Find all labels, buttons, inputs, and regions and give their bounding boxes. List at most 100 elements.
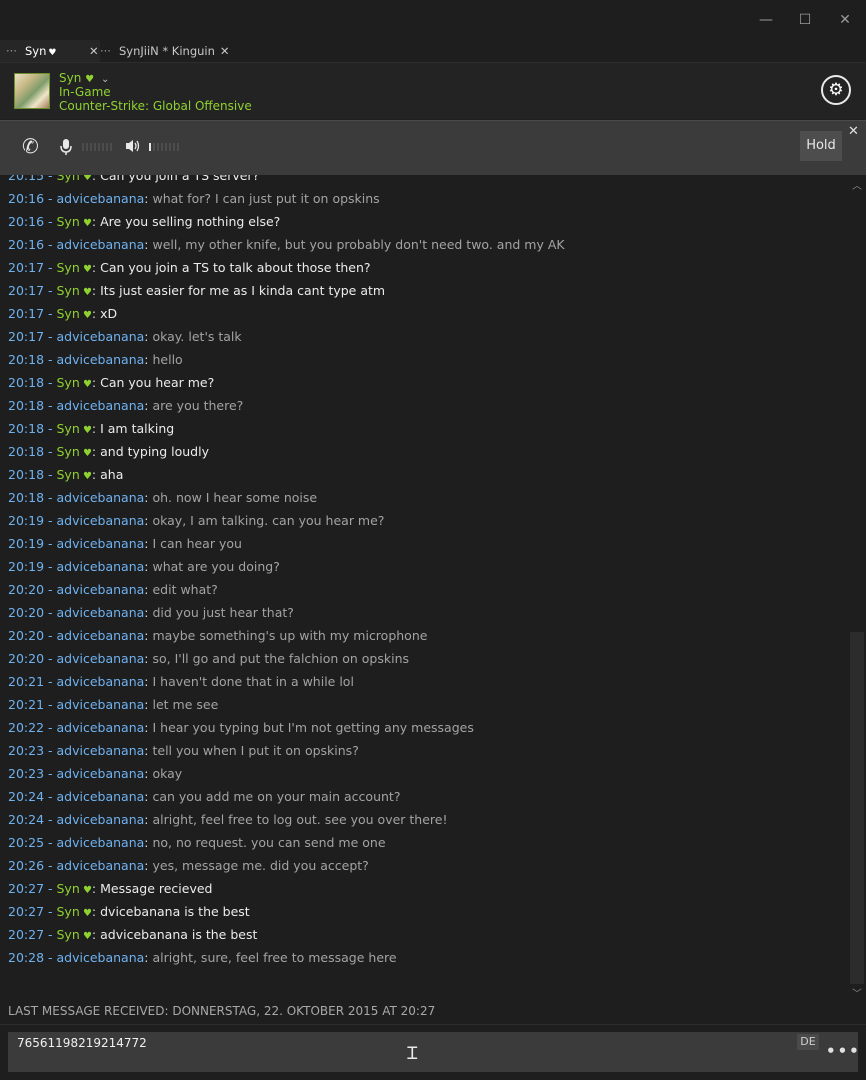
microphone-icon[interactable] (60, 138, 72, 156)
message-time[interactable]: 20:21 (8, 674, 44, 689)
minimize-button[interactable]: — (751, 8, 781, 32)
message-time[interactable]: 20:18 (8, 398, 44, 413)
tab-close-button[interactable]: ✕ (220, 44, 230, 58)
message-user[interactable]: advicebanana (57, 513, 145, 528)
chat-message: 20:20 - advicebanana: did you just hear … (8, 605, 294, 621)
message-user[interactable]: Syn (57, 421, 80, 436)
message-user[interactable]: advicebanana (57, 835, 145, 850)
message-user[interactable]: Syn (57, 904, 80, 919)
message-time[interactable]: 20:17 (8, 329, 44, 344)
message-user[interactable]: Syn (57, 881, 80, 896)
message-time[interactable]: 20:23 (8, 743, 44, 758)
message-user[interactable]: Syn (57, 927, 80, 942)
tab-synjiin-kinguin[interactable]: ··· SynJiiN * Kinguin ✕ (100, 40, 230, 62)
message-user[interactable]: advicebanana (57, 398, 145, 413)
message-user[interactable]: advicebanana (57, 237, 145, 252)
speaker-level-meter[interactable] (149, 143, 181, 151)
message-user[interactable]: advicebanana (57, 490, 145, 505)
message-user[interactable]: advicebanana (57, 651, 145, 666)
message-user[interactable]: advicebanana (57, 743, 145, 758)
message-time[interactable]: 20:17 (8, 306, 44, 321)
message-time[interactable]: 20:24 (8, 789, 44, 804)
separator: - (44, 812, 57, 827)
message-time[interactable]: 20:26 (8, 858, 44, 873)
message-time[interactable]: 20:20 (8, 651, 44, 666)
message-user[interactable]: advicebanana (57, 605, 145, 620)
scroll-down-arrow-icon[interactable]: ﹀ (850, 985, 864, 1000)
message-time[interactable]: 20:18 (8, 421, 44, 436)
message-time[interactable]: 20:16 (8, 191, 44, 206)
tab-close-button[interactable]: ✕ (89, 40, 99, 62)
message-user[interactable]: advicebanana (57, 582, 145, 597)
message-time[interactable]: 20:27 (8, 904, 44, 919)
message-user[interactable]: Syn (57, 283, 80, 298)
chat-message: 20:16 - Syn ♥: Are you selling nothing e… (8, 214, 280, 232)
more-options-icon[interactable]: ••• (826, 1042, 861, 1060)
phone-icon[interactable]: ✆ (22, 134, 39, 158)
message-user[interactable]: advicebanana (57, 766, 145, 781)
friend-status: In-Game (59, 85, 111, 99)
message-user[interactable]: Syn (57, 375, 80, 390)
message-user[interactable]: advicebanana (57, 559, 145, 574)
message-time[interactable]: 20:17 (8, 260, 44, 275)
message-time[interactable]: 20:18 (8, 444, 44, 459)
message-time[interactable]: 20:19 (8, 536, 44, 551)
message-time[interactable]: 20:23 (8, 766, 44, 781)
message-time[interactable]: 20:20 (8, 628, 44, 643)
message-time[interactable]: 20:17 (8, 283, 44, 298)
hold-button[interactable]: Hold (800, 131, 842, 161)
message-time[interactable]: 20:27 (8, 927, 44, 942)
message-user[interactable]: advicebanana (57, 950, 145, 965)
message-user[interactable]: advicebanana (57, 674, 145, 689)
message-time[interactable]: 20:16 (8, 214, 44, 229)
language-badge[interactable]: DE (797, 1034, 819, 1050)
message-time[interactable]: 20:25 (8, 835, 44, 850)
tab-syn[interactable]: ··· Syn ♥ ✕ (0, 40, 100, 62)
message-user[interactable]: Syn (57, 467, 80, 482)
chat-message: 20:21 - advicebanana: I haven't done tha… (8, 674, 354, 690)
message-user[interactable]: advicebanana (57, 352, 145, 367)
message-time[interactable]: 20:28 (8, 950, 44, 965)
message-user[interactable]: Syn (57, 444, 80, 459)
message-time[interactable]: 20:20 (8, 605, 44, 620)
message-user[interactable]: advicebanana (57, 812, 145, 827)
gear-icon[interactable]: ⚙ (821, 75, 851, 105)
separator: : (91, 175, 101, 183)
message-user[interactable]: Syn (57, 306, 80, 321)
message-user[interactable]: advicebanana (57, 191, 145, 206)
message-user[interactable]: Syn (57, 260, 80, 275)
message-time[interactable]: 20:18 (8, 352, 44, 367)
message-user[interactable]: advicebanana (57, 536, 145, 551)
close-voice-button[interactable]: ✕ (848, 124, 859, 139)
message-time[interactable]: 20:19 (8, 559, 44, 574)
message-user[interactable]: advicebanana (57, 329, 145, 344)
message-user[interactable]: advicebanana (57, 628, 145, 643)
message-user[interactable]: advicebanana (57, 720, 145, 735)
maximize-button[interactable]: ☐ (790, 8, 820, 32)
message-time[interactable]: 20:20 (8, 582, 44, 597)
chat-message: 20:27 - Syn ♥: dvicebanana is the best (8, 904, 250, 922)
chat-message: 20:28 - advicebanana: alright, sure, fee… (8, 950, 397, 966)
scroll-up-arrow-icon[interactable]: ︿ (850, 177, 864, 192)
chat-log[interactable]: 20:15 - Syn ♥: Can you join a TS server?… (0, 175, 848, 1000)
message-user[interactable]: advicebanana (57, 789, 145, 804)
message-time[interactable]: 20:18 (8, 467, 44, 482)
message-time[interactable]: 20:18 (8, 490, 44, 505)
message-time[interactable]: 20:18 (8, 375, 44, 390)
message-user[interactable]: Syn (57, 214, 80, 229)
message-user[interactable]: advicebanana (57, 858, 145, 873)
speaker-icon[interactable] (125, 139, 141, 153)
message-time[interactable]: 20:16 (8, 237, 44, 252)
message-time[interactable]: 20:15 (8, 175, 44, 183)
close-window-button[interactable]: ✕ (830, 8, 860, 32)
avatar[interactable] (14, 73, 50, 109)
scrollbar-thumb[interactable] (850, 632, 864, 984)
message-user[interactable]: advicebanana (57, 697, 145, 712)
message-time[interactable]: 20:24 (8, 812, 44, 827)
message-user[interactable]: Syn (57, 175, 80, 183)
message-time[interactable]: 20:27 (8, 881, 44, 896)
message-time[interactable]: 20:19 (8, 513, 44, 528)
message-time[interactable]: 20:22 (8, 720, 44, 735)
chevron-down-icon[interactable]: ⌄ (101, 74, 109, 85)
message-time[interactable]: 20:21 (8, 697, 44, 712)
